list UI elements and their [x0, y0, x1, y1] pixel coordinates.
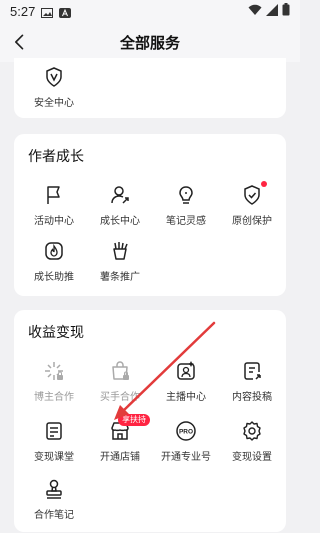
streamer-icon	[175, 360, 197, 382]
service-monetization-settings[interactable]: 变现设置	[222, 414, 282, 470]
service-streamer-center[interactable]: 主播中心	[156, 354, 216, 410]
page-title: 全部服务	[119, 34, 180, 52]
service-original-protection[interactable]: 原创保护	[222, 178, 282, 234]
shield-v-icon	[43, 66, 65, 88]
service-fries-promotion[interactable]: 薯条推广	[90, 234, 150, 290]
service-note-inspiration[interactable]: 笔记灵感	[156, 178, 216, 234]
service-blogger-cooperation[interactable]: 博主合作	[24, 354, 84, 410]
service-label: 开通店铺	[100, 452, 140, 463]
flag-icon	[43, 184, 65, 206]
service-growth-boost[interactable]: 成长助推	[24, 234, 84, 290]
service-label: 合作笔记	[34, 510, 74, 521]
service-label: 博主合作	[34, 392, 74, 403]
service-label: 变现设置	[232, 452, 272, 463]
pro-icon: PRO	[175, 420, 197, 442]
a-notification-icon	[59, 6, 72, 18]
bag-lock-icon	[109, 360, 131, 382]
card-monetization: 收益变现 博主合作 买手合作 主播中心 内容投稿 变现课堂 开通店铺 PRO 开…	[14, 310, 286, 532]
service-label: 变现课堂	[34, 452, 74, 463]
service-label: 开通专业号	[161, 452, 211, 463]
book-icon	[43, 420, 65, 442]
service-label: 主播中心	[166, 392, 206, 403]
card-author-growth: 作者成长 活动中心 成长中心 笔记灵感 原创保护 成长助推 薯条推广	[14, 134, 286, 296]
service-label: 内容投稿	[232, 392, 272, 403]
fries-icon	[109, 240, 131, 262]
card-security: 安全中心	[14, 58, 286, 118]
notification-dot	[261, 181, 267, 187]
stamp-icon	[43, 478, 65, 500]
support-badge: 享扶持	[118, 414, 150, 426]
submit-doc-icon	[241, 360, 263, 382]
service-label: 笔记灵感	[166, 216, 206, 227]
service-buyer-cooperation[interactable]: 买手合作	[90, 354, 150, 410]
service-cooperation-notes[interactable]: 合作笔记	[24, 472, 84, 528]
signal-icon	[266, 3, 278, 19]
battery-icon	[282, 3, 290, 19]
service-label: 薯条推广	[100, 272, 140, 283]
service-label: 原创保护	[232, 216, 272, 227]
service-activity-center[interactable]: 活动中心	[24, 178, 84, 234]
section-title: 作者成长	[28, 148, 84, 164]
header: 全部服务	[0, 22, 300, 62]
wifi-icon	[248, 4, 262, 19]
service-label: 成长中心	[100, 216, 140, 227]
chevron-left-icon	[15, 34, 24, 50]
service-growth-center[interactable]: 成长中心	[90, 178, 150, 234]
bulb-icon	[175, 184, 197, 206]
section-title: 收益变现	[28, 324, 84, 340]
svg-text:PRO: PRO	[179, 429, 193, 436]
service-label: 成长助推	[34, 272, 74, 283]
service-open-pro-account[interactable]: PRO 开通专业号	[156, 414, 216, 470]
status-time: 5:27	[10, 3, 36, 19]
shield-check-icon	[241, 181, 267, 206]
gear-icon	[241, 420, 263, 442]
service-security-center[interactable]: 安全中心	[24, 60, 84, 116]
service-label: 活动中心	[34, 216, 74, 227]
gallery-icon	[41, 6, 54, 18]
service-label: 安全中心	[34, 98, 74, 109]
service-monetization-class[interactable]: 变现课堂	[24, 414, 84, 470]
service-content-submission[interactable]: 内容投稿	[222, 354, 282, 410]
back-button[interactable]	[8, 30, 32, 54]
flame-icon	[43, 240, 65, 262]
status-bar: 5:27	[0, 0, 300, 22]
sparkle-lock-icon	[43, 360, 65, 382]
user-growth-icon	[109, 184, 131, 206]
service-label: 买手合作	[100, 392, 140, 403]
